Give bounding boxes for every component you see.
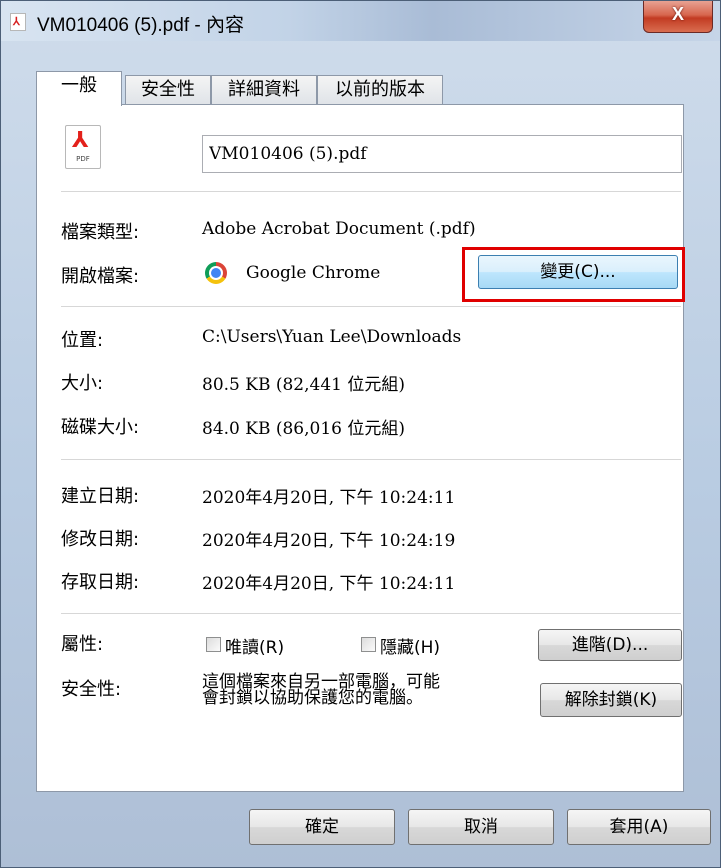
accessed-label: 存取日期: <box>61 572 140 593</box>
file-name-input[interactable] <box>202 135 682 173</box>
properties-dialog: ⅄ VM010406 (5).pdf - 內容 X 一般 安全性 詳細資料 以前… <box>0 0 721 868</box>
window-title: VM010406 (5).pdf - 內容 <box>37 15 244 36</box>
divider <box>61 306 681 307</box>
created-label: 建立日期: <box>61 486 140 507</box>
divider <box>61 459 681 460</box>
security-warning-text: 這個檔案來自另一部電腦，可能 會封鎖以協助保護您的電腦。 <box>202 672 440 708</box>
accessed-value: 2020年4月20日, 下午 10:24:11 <box>202 574 456 594</box>
size-label: 大小: <box>61 373 104 394</box>
pdf-file-icon: ⅄ <box>10 13 26 31</box>
readonly-checkbox[interactable] <box>206 637 221 652</box>
size-value: 80.5 KB (82,441 位元組) <box>202 375 406 395</box>
close-button[interactable]: X <box>643 1 713 33</box>
tab-security[interactable]: 安全性 <box>125 75 211 105</box>
file-type-label: 檔案類型: <box>61 222 140 243</box>
title-bar[interactable]: ⅄ VM010406 (5).pdf - 內容 X <box>1 1 720 41</box>
disk-size-label: 磁碟大小: <box>61 417 140 438</box>
ok-button[interactable]: 確定 <box>249 809 395 845</box>
readonly-label[interactable]: 唯讀(R) <box>225 633 284 658</box>
opens-with-label: 開啟檔案: <box>61 266 140 287</box>
modified-label: 修改日期: <box>61 529 140 550</box>
apply-button[interactable]: 套用(A) <box>567 809 711 845</box>
disk-size-value: 84.0 KB (86,016 位元組) <box>202 419 406 439</box>
file-type-value: Adobe Acrobat Document (.pdf) <box>202 219 476 239</box>
tab-general[interactable]: 一般 <box>36 71 122 106</box>
tab-details[interactable]: 詳細資料 <box>211 75 317 105</box>
cancel-button[interactable]: 取消 <box>408 809 554 845</box>
chrome-icon <box>205 262 227 284</box>
close-icon: X <box>671 4 684 24</box>
pdf-document-icon: ⅄ PDF <box>65 125 101 169</box>
divider <box>61 191 681 192</box>
location-value: C:\Users\Yuan Lee\Downloads <box>202 327 462 347</box>
location-label: 位置: <box>61 330 104 351</box>
created-value: 2020年4月20日, 下午 10:24:11 <box>202 488 456 508</box>
advanced-button[interactable]: 進階(D)... <box>538 629 682 661</box>
tab-previous-versions[interactable]: 以前的版本 <box>317 75 443 105</box>
opens-with-value: Google Chrome <box>246 263 381 283</box>
divider <box>61 613 681 614</box>
change-button[interactable]: 變更(C)... <box>478 255 678 289</box>
security-label: 安全性: <box>61 679 122 700</box>
modified-value: 2020年4月20日, 下午 10:24:19 <box>202 531 456 551</box>
hidden-checkbox[interactable] <box>361 637 376 652</box>
hidden-label[interactable]: 隱藏(H) <box>380 633 440 658</box>
general-tab-panel: ⅄ PDF 檔案類型: Adobe Acrobat Document (.pdf… <box>36 104 684 792</box>
unblock-button[interactable]: 解除封鎖(K) <box>540 683 682 717</box>
attributes-label: 屬性: <box>61 634 104 655</box>
